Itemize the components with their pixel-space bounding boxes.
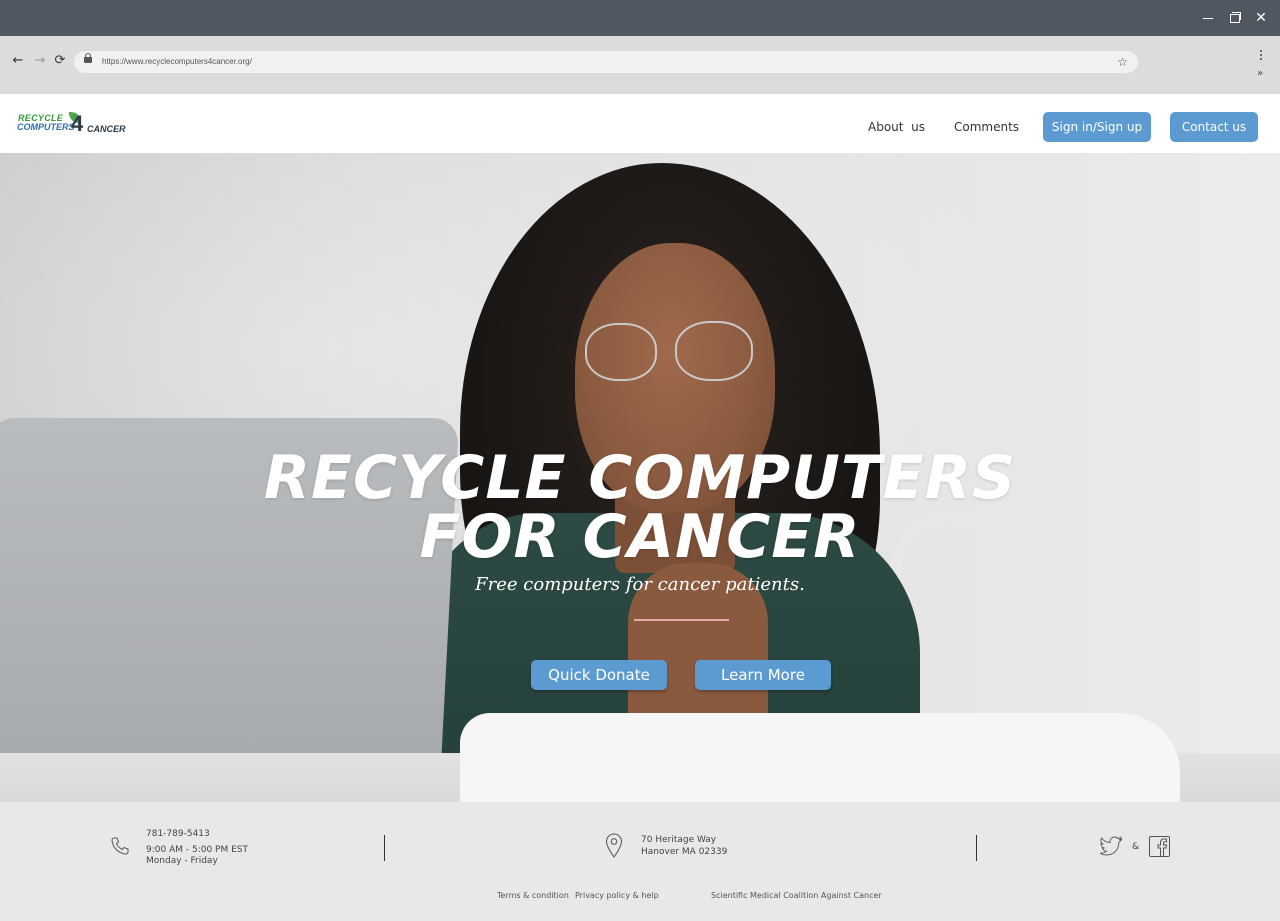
footer-address-line-1: 70 Heritage Way <box>641 835 717 845</box>
contact-us-button[interactable]: Contact us <box>1170 112 1258 142</box>
close-icon[interactable]: ✕ <box>1252 9 1270 27</box>
logo-text-cancer: CANCER <box>87 124 126 134</box>
nav-about-link[interactable]: About us <box>868 119 925 135</box>
coalition-link[interactable]: Scientific Medical Coalition Against Can… <box>711 891 882 901</box>
site-logo[interactable]: RECYCLE COMPUTERS 4 CANCER <box>17 111 129 137</box>
hero-title-line-1: RECYCLE COMPUTERS <box>263 443 1017 513</box>
browser-menu-icon[interactable] <box>1256 48 1266 64</box>
hero-title-line-2: FOR CANCER <box>419 502 861 572</box>
site-header: RECYCLE COMPUTERS 4 CANCER About us Comm… <box>0 94 1280 153</box>
minimize-icon[interactable] <box>1199 9 1217 27</box>
footer-days: Monday - Friday <box>146 856 218 866</box>
hero-divider <box>634 619 729 621</box>
location-pin-icon <box>605 833 623 858</box>
privacy-link[interactable]: Privacy policy & help <box>575 891 659 901</box>
sign-in-button[interactable]: Sign in/Sign up <box>1043 112 1151 142</box>
phone-icon <box>111 837 129 855</box>
footer-divider <box>384 835 385 861</box>
extensions-chevron-icon[interactable]: » <box>1257 68 1263 79</box>
site-footer: 781-789-5413 9:00 AM - 5:00 PM EST Monda… <box>0 802 1280 921</box>
hero-subtitle: Free computers for cancer patients. <box>475 574 805 595</box>
hero-title: RECYCLE COMPUTERS FOR CANCER <box>0 443 1280 572</box>
learn-more-button[interactable]: Learn More <box>695 660 831 690</box>
nav-comments-link[interactable]: Comments <box>954 119 1019 135</box>
forward-arrow-icon[interactable]: → <box>32 51 48 71</box>
address-bar[interactable]: https://www.recyclecomputers4cancer.org/… <box>74 51 1138 73</box>
logo-text-computers: COMPUTERS <box>17 122 75 132</box>
twitter-icon[interactable] <box>1100 835 1124 857</box>
hero-section: RECYCLE COMPUTERS FOR CANCER Free comput… <box>0 153 1280 802</box>
browser-titlebar: ✕ <box>0 0 1280 36</box>
browser-toolbar: ← → ⟳ https://www.recyclecomputers4cance… <box>0 36 1280 94</box>
footer-divider <box>976 835 977 861</box>
footer-hours: 9:00 AM - 5:00 PM EST <box>146 845 248 855</box>
terms-link[interactable]: Terms & condition <box>497 891 569 901</box>
logo-text-four: 4 <box>71 111 84 136</box>
quick-donate-button[interactable]: Quick Donate <box>531 660 667 690</box>
bookmark-star-icon[interactable]: ☆ <box>1117 53 1128 71</box>
footer-address-line-2: Hanover MA 02339 <box>641 847 728 857</box>
url-text[interactable]: https://www.recyclecomputers4cancer.org/ <box>102 55 252 69</box>
social-separator: & <box>1132 842 1140 852</box>
facebook-icon[interactable] <box>1149 836 1170 857</box>
reload-icon[interactable]: ⟳ <box>52 51 68 71</box>
restore-icon[interactable] <box>1226 9 1244 27</box>
back-arrow-icon[interactable]: ← <box>10 51 26 71</box>
lock-icon <box>84 53 92 65</box>
footer-phone[interactable]: 781-789-5413 <box>146 829 210 840</box>
